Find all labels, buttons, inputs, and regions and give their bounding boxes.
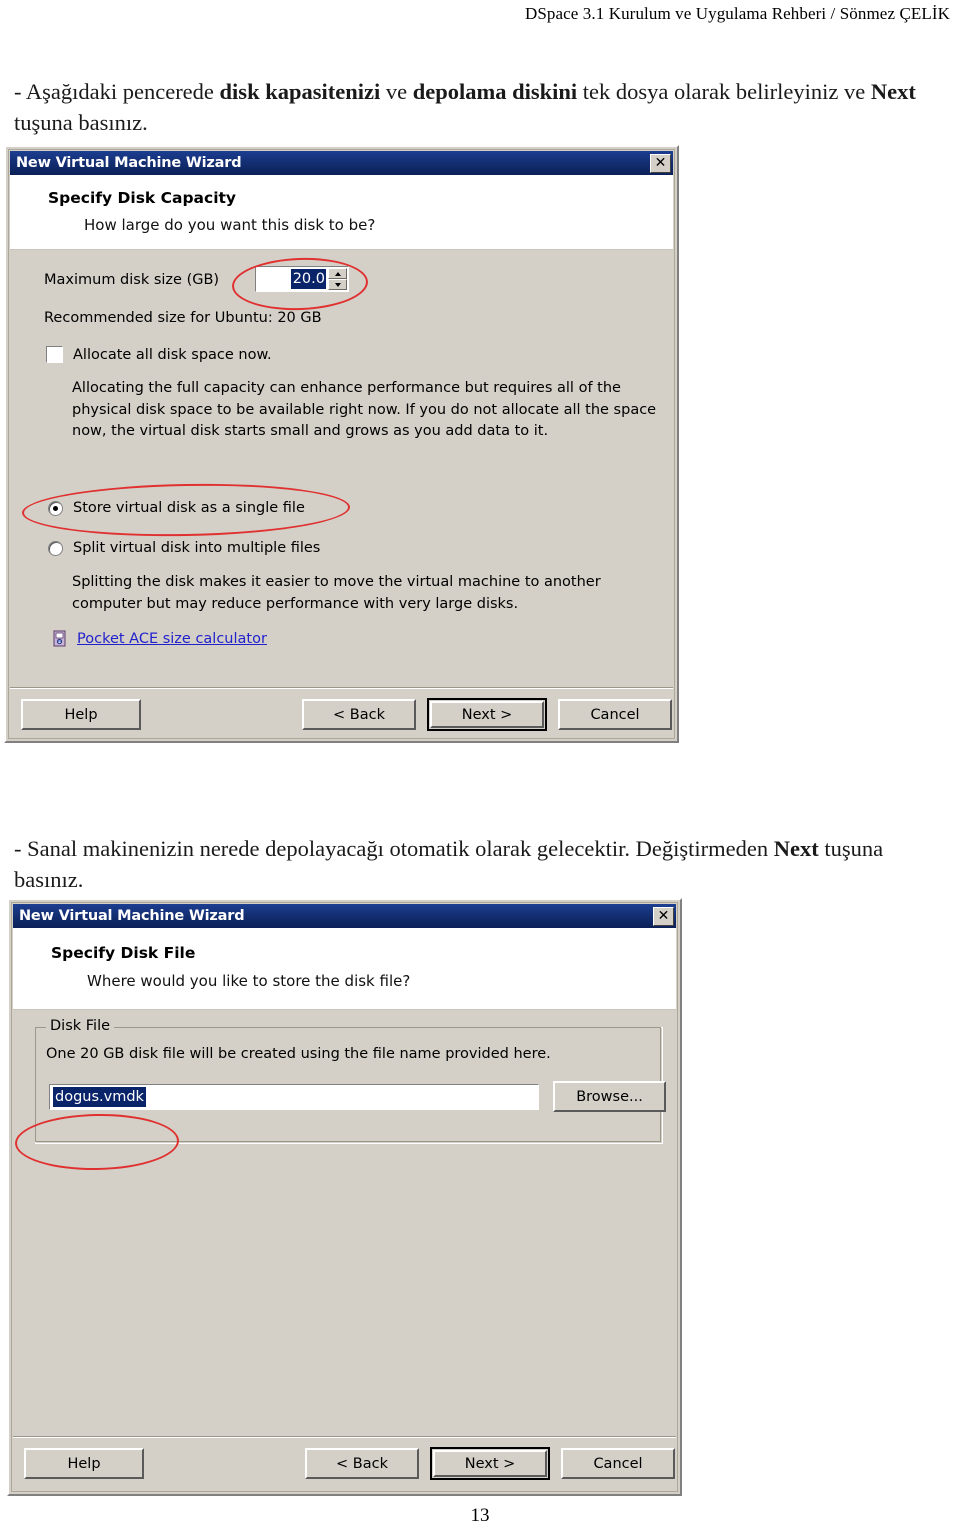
close-icon[interactable]: ✕ — [650, 153, 671, 173]
cancel-button[interactable]: Cancel — [558, 699, 672, 730]
dialog2-titlebar[interactable]: New Virtual Machine Wizard ✕ — [13, 904, 676, 928]
split-description: Splitting the disk makes it easier to mo… — [72, 574, 601, 612]
para2-bold-1: Next — [773, 836, 819, 861]
dialog1-body: Maximum disk size (GB) 20.0 Recommended … — [10, 250, 673, 687]
disk-file-description: One 20 GB disk file will be created usin… — [46, 1046, 551, 1062]
max-disk-size-stepper[interactable]: 20.0 — [255, 266, 349, 292]
para1-prefix: - Aşağıdaki pencerede — [14, 79, 220, 104]
para1-mid-1: ve — [380, 79, 413, 104]
radio-store-single-file[interactable]: Store virtual disk as a single file — [48, 500, 305, 516]
spinner-down-icon[interactable] — [328, 279, 347, 290]
next-button[interactable]: Next > — [427, 698, 547, 731]
dialog1-header-band: Specify Disk Capacity How large do you w… — [10, 175, 673, 250]
disk-filename-input[interactable]: dogus.vmdk — [49, 1084, 539, 1110]
max-disk-size-value: 20.0 — [290, 269, 326, 289]
max-disk-size-input[interactable]: 20.0 — [256, 267, 328, 291]
dialog1-footer-separator — [10, 687, 673, 689]
next-button-label: Next > — [461, 706, 513, 723]
new-virtual-machine-wizard-dialog-2: New Virtual Machine Wizard ✕ Specify Dis… — [7, 898, 682, 1496]
browse-button[interactable]: Browse... — [553, 1081, 666, 1112]
next-button-label: Next > — [464, 1455, 516, 1472]
dialog1-titlebar[interactable]: New Virtual Machine Wizard ✕ — [10, 151, 673, 175]
dialog1-subheading: How large do you want this disk to be? — [84, 216, 376, 234]
instruction-paragraph-1: - Aşağıdaki pencerede disk kapasitenizi … — [14, 76, 929, 138]
radio-unselected-icon — [48, 540, 63, 556]
dialog1-title: New Virtual Machine Wizard — [16, 155, 242, 171]
help-button[interactable]: Help — [24, 1448, 144, 1479]
dialog2-header-band: Specify Disk File Where would you like t… — [13, 928, 676, 1010]
instruction-paragraph-2: - Sanal makinenizin nerede depolayacağı … — [14, 833, 929, 895]
radio-selected-icon — [48, 500, 63, 516]
pocket-ace-link-label[interactable]: Pocket ACE size calculator — [77, 631, 267, 647]
dialog2-subheading: Where would you like to store the disk f… — [87, 972, 411, 990]
para1-bold-3: Next — [870, 79, 916, 104]
para1-bold-1: disk kapasitenizi — [219, 79, 381, 104]
disk-filename-value: dogus.vmdk — [53, 1087, 146, 1107]
help-button[interactable]: Help — [21, 699, 141, 730]
max-disk-size-label: Maximum disk size (GB) — [44, 272, 220, 288]
close-glyph: ✕ — [654, 154, 667, 171]
dialog2-title: New Virtual Machine Wizard — [19, 908, 245, 924]
dialog2-body: Disk File One 20 GB disk file will be cr… — [13, 1010, 676, 1435]
max-disk-size-arrows — [328, 268, 347, 290]
allocate-all-disk-space-checkbox[interactable]: Allocate all disk space now. — [46, 346, 272, 363]
radio-single-label: Store virtual disk as a single file — [73, 500, 305, 516]
radio-split-label: Split virtual disk into multiple files — [73, 540, 321, 556]
recommended-size-text: Recommended size for Ubuntu: 20 GB — [44, 310, 322, 326]
back-button[interactable]: < Back — [305, 1448, 419, 1479]
cancel-button[interactable]: Cancel — [561, 1448, 675, 1479]
pocket-ace-size-calculator-link[interactable]: Pocket ACE size calculator — [52, 630, 267, 647]
page-running-header: DSpace 3.1 Kurulum ve Uygulama Rehberi /… — [524, 4, 950, 23]
disk-file-groupbox: Disk File One 20 GB disk file will be cr… — [35, 1018, 666, 1144]
checkbox-box-icon — [46, 346, 63, 363]
allocate-checkbox-label: Allocate all disk space now. — [73, 346, 272, 363]
allocate-description: Allocating the full capacity can enhance… — [72, 380, 657, 439]
dialog1-heading: Specify Disk Capacity — [48, 189, 237, 207]
para2-prefix: - Sanal makinenizin nerede depolayacağı … — [14, 836, 774, 861]
disk-file-groupbox-title: Disk File — [46, 1018, 115, 1034]
close-glyph: ✕ — [657, 907, 670, 924]
radio-split-multiple-files[interactable]: Split virtual disk into multiple files — [48, 540, 320, 556]
close-icon[interactable]: ✕ — [653, 906, 674, 926]
para1-mid-2: tek dosya olarak belirleyiniz ve — [577, 79, 871, 104]
para1-suffix: tuşuna basınız. — [14, 110, 148, 135]
back-button[interactable]: < Back — [302, 699, 416, 730]
spinner-up-icon[interactable] — [328, 268, 347, 279]
dialog2-heading: Specify Disk File — [51, 944, 196, 962]
dialog2-footer-separator — [13, 1436, 676, 1438]
new-virtual-machine-wizard-dialog-1: New Virtual Machine Wizard ✕ Specify Dis… — [4, 145, 679, 743]
page-number: 13 — [470, 1505, 490, 1526]
usb-device-icon — [52, 630, 68, 647]
next-button[interactable]: Next > — [430, 1447, 550, 1480]
para1-bold-2: depolama diskini — [412, 79, 578, 104]
